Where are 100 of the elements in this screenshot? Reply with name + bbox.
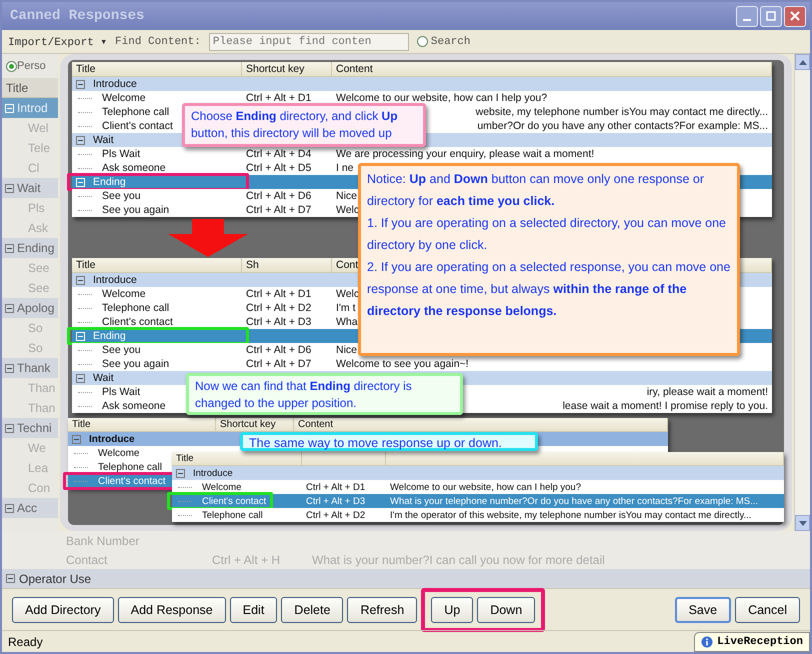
shortcut-text: Ctrl + Alt + D5 (245, 162, 312, 174)
column-header: Content (294, 418, 668, 431)
column-header: Title (72, 62, 242, 76)
shortcut-text: Ctrl + Alt + D4 (245, 148, 312, 160)
tree-item-text: Than (28, 401, 56, 415)
shortcut-text: Ctrl + Alt + D2 (305, 510, 366, 520)
callout-text: The same way to move response up or down. (249, 437, 503, 450)
shortcut-text: Ctrl + Alt + D7 (245, 204, 312, 216)
response-title: Client's contact (201, 496, 268, 506)
content-text: Welcome to our website, how can I help you? (335, 92, 548, 104)
content-text: website, my telephone number isYou may contact me directly... (474, 106, 769, 118)
response-title: Client's contact (101, 120, 174, 132)
content-text: Nice (335, 344, 358, 356)
tree-item-text: Apolog (17, 301, 54, 315)
column-header: Content (332, 62, 772, 76)
tree-item-text: Con (28, 481, 50, 495)
response-title: Welcome (97, 448, 140, 458)
find-label: Find Content: (115, 36, 201, 48)
content-text: We are processing your enquiry, please wait a moment! (335, 148, 596, 160)
content-text: Welc (335, 204, 360, 216)
tree-item-text: Introd (17, 101, 48, 115)
tree-item-text: Than (28, 381, 56, 395)
tree-item-text: We (28, 441, 46, 455)
tree-item-text: Ending (17, 241, 54, 255)
tree-item-text: Ask (28, 221, 48, 235)
tree-item-text: Tele (28, 141, 50, 155)
shortcut-text: Ctrl + Alt + D1 (305, 482, 366, 492)
notification-text: LiveReception (717, 636, 803, 648)
response-title: Ask someone (101, 400, 167, 412)
tree-item-text: Cl (28, 161, 40, 175)
response-title: Telephone call (201, 510, 264, 520)
tree-item-text: Acc (17, 501, 38, 515)
content-text: iry, please wait a moment! (646, 386, 769, 398)
callout-text: Now we can find that Ending directory is changed to the upper position. (195, 378, 413, 412)
group-title: Introduce (92, 274, 138, 286)
content-text: umber?Or do you have any other contacts?For example: MS... (476, 120, 769, 132)
response-title: Client's contact (97, 476, 166, 486)
response-title: Pls Wait (101, 148, 142, 160)
tree-item-text: Operator Use (19, 572, 92, 586)
column-header: Title (72, 258, 242, 272)
content-text: I ne (335, 162, 355, 174)
scope-label: Perso (17, 60, 46, 72)
content-text: What is your number?I can call you now for more detail (312, 552, 606, 566)
tree-item-text: So (28, 341, 43, 355)
response-title: See you (101, 190, 142, 202)
content-text: Welc (335, 288, 360, 300)
tree-item-text: Bank Number (66, 534, 140, 548)
response-title: Pls Wait (101, 386, 142, 398)
shortcut-text: Ctrl + Alt + D6 (245, 344, 312, 356)
tree-item-text: So (28, 321, 43, 335)
tree-item-text: See (28, 261, 50, 275)
tree-item-text: Contact (66, 552, 108, 566)
content-text: lease wait a moment! I promise reply to you. (562, 400, 769, 412)
response-title: See you again (101, 204, 170, 216)
column-header: Title (2, 78, 58, 98)
shortcut-text: Ctrl + Alt + D7 (245, 358, 312, 370)
response-title: See you again (101, 358, 170, 370)
group-title: Introduce (92, 78, 138, 90)
tree-item-text: See (28, 281, 50, 295)
response-title: Telephone call (101, 106, 170, 118)
column-header: Title (68, 418, 216, 431)
column-header: Sh (242, 258, 332, 272)
response-title: See you (101, 344, 142, 356)
content-text: Wha (335, 316, 359, 328)
content-text: I'm the operator of this website, my telephone number isYou may contact me directly... (389, 510, 752, 520)
search-label: Search (430, 36, 470, 48)
tree-item-text: Wait (17, 181, 41, 195)
response-title: Welcome (201, 482, 242, 492)
shortcut-text: Ctrl + Alt + D6 (245, 190, 312, 202)
shortcut-text: Ctrl + Alt + D3 (305, 496, 366, 506)
column-header: Shortcut key (242, 62, 332, 76)
column-header: Title (172, 452, 302, 465)
content-text: I'm t (335, 302, 357, 314)
group-title: Introduce (192, 468, 234, 478)
shortcut-text: Ctrl + Alt + D1 (245, 288, 312, 300)
group-title: Introduce (88, 434, 136, 444)
content-text: Welcome to our website, how can I help you? (389, 482, 582, 492)
group-title: Ending (92, 176, 127, 188)
group-title: Ending (92, 330, 127, 342)
shortcut-text: Ctrl + Alt + H (212, 552, 282, 566)
response-title: Telephone call (101, 302, 170, 314)
response-title: Client's contact (101, 316, 174, 328)
tree-item-text: Techni (17, 421, 52, 435)
response-title: Welcome (101, 288, 147, 300)
window-title: Canned Responses (10, 8, 144, 24)
tree-item-text: Wel (28, 121, 48, 135)
tree-item-text: Lea (28, 461, 48, 475)
response-title: Welcome (101, 92, 147, 104)
tree-item-text: Pls (28, 201, 45, 215)
shortcut-text: Ctrl + Alt + D1 (245, 92, 312, 104)
column-header: Shortcut key (216, 418, 294, 431)
shortcut-text: Ctrl + Alt + D3 (245, 316, 312, 328)
response-title: Telephone call (97, 462, 163, 472)
response-title: Ask someone (101, 162, 167, 174)
tree-item-text: Thank (17, 361, 50, 375)
group-title: Wait (92, 134, 115, 146)
content-text: What is your telephone number?Or do you have any other contacts?For example: MS... (389, 496, 760, 506)
content-text: Nice (335, 190, 358, 202)
group-title: Wait (92, 372, 115, 384)
content-text: Welcome to see you again~! (335, 358, 470, 370)
